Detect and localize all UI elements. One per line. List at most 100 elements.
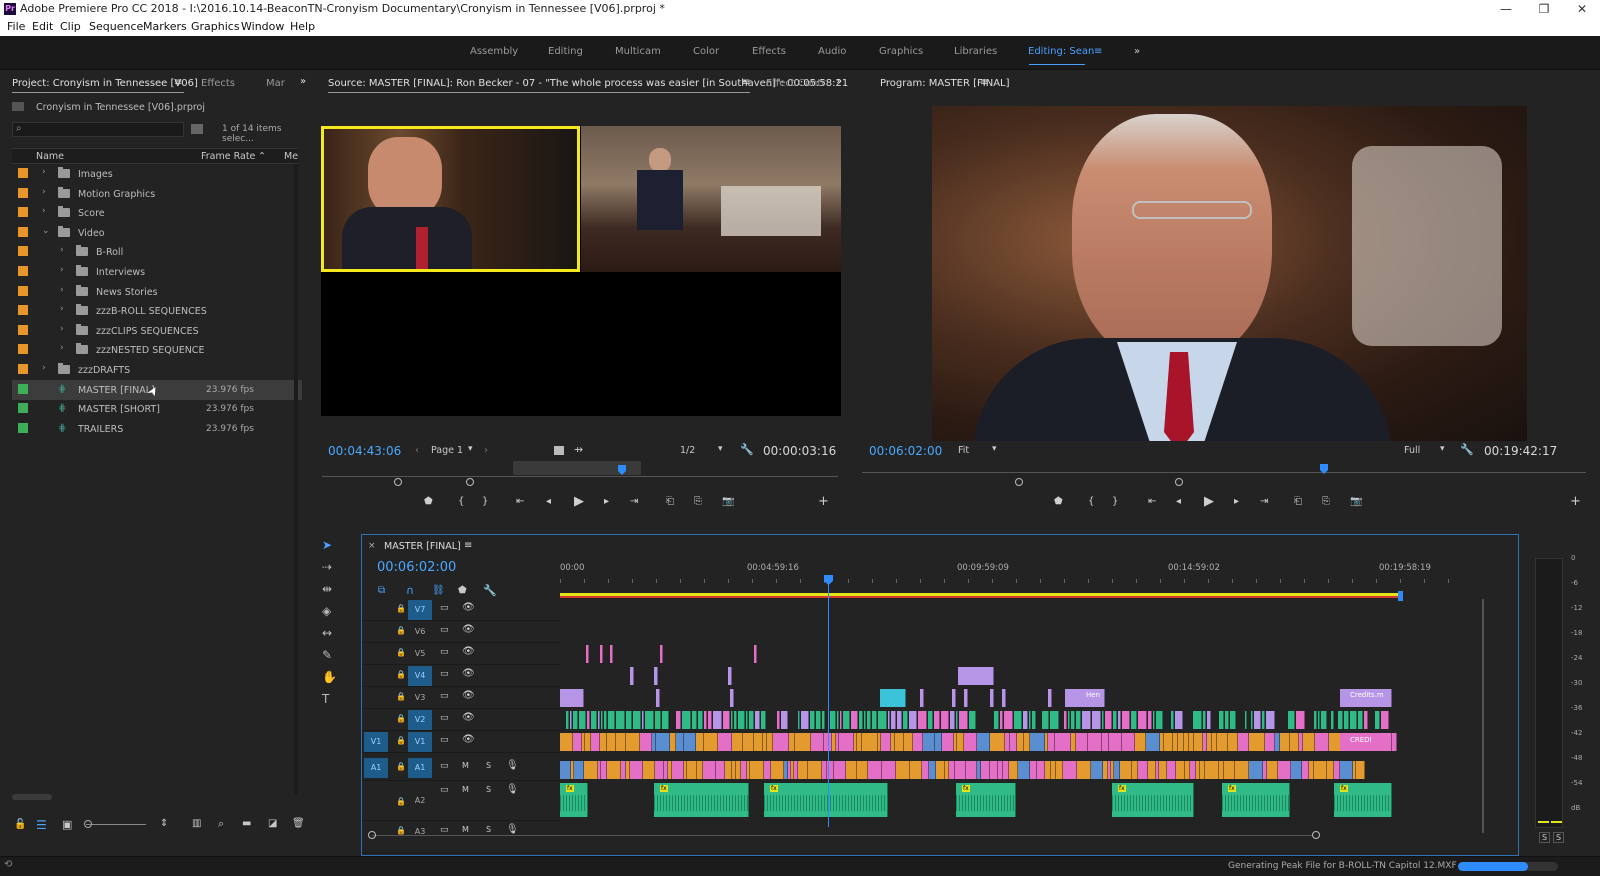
v2-clip[interactable] (1262, 711, 1265, 729)
v2-clip[interactable] (1131, 711, 1137, 729)
a1-clip[interactable] (1138, 761, 1148, 779)
v2-clip[interactable] (888, 711, 890, 729)
menu-help[interactable]: Help (290, 20, 315, 33)
workspace-editing-sean[interactable]: Editing: Sean (1028, 46, 1094, 57)
a1-clip[interactable] (1167, 761, 1176, 779)
v2-clip[interactable] (1032, 711, 1036, 729)
expand-chevron-icon[interactable]: › (42, 167, 46, 177)
a1-clip[interactable] (725, 761, 732, 779)
label-color-chip[interactable] (18, 226, 28, 237)
v2-clip[interactable] (682, 711, 691, 729)
tab-program[interactable]: Program: MASTER [FINAL] (880, 78, 1010, 89)
v2-clip[interactable] (1207, 711, 1211, 729)
label-color-chip[interactable] (18, 246, 28, 257)
voiceover-mic-icon[interactable]: 🎙 (506, 760, 519, 771)
type-tool-icon[interactable]: T (322, 692, 329, 706)
track-target[interactable]: A2 (408, 791, 432, 811)
source-timecode[interactable]: 00:04:43:06 (328, 444, 401, 458)
a1-clip[interactable] (1340, 761, 1353, 779)
track-lock-icon[interactable]: 🔒 (396, 604, 406, 613)
hand-tool-icon[interactable]: ✋ (322, 670, 337, 684)
ripple-tool-icon[interactable]: ⇹ (322, 582, 332, 596)
label-color-chip[interactable] (18, 383, 28, 394)
workspace-menu-icon[interactable]: ≡ (1094, 46, 1102, 57)
v1-clip[interactable] (1249, 733, 1265, 751)
v1-clip[interactable] (1010, 733, 1017, 751)
v2-clip[interactable] (601, 711, 603, 729)
v2-clip[interactable] (909, 711, 917, 729)
lock-icon[interactable]: 🔓 (14, 819, 26, 830)
v2-clip[interactable] (1344, 711, 1349, 729)
solo-left-button[interactable]: S (1539, 832, 1551, 843)
add-marker-button[interactable]: ⬟ (424, 496, 433, 507)
label-color-chip[interactable] (18, 422, 28, 433)
next-page-icon[interactable]: › (484, 445, 488, 456)
a1-clip[interactable] (1291, 761, 1302, 779)
v1-clip[interactable] (1194, 733, 1203, 751)
v1-clip[interactable] (895, 733, 904, 751)
a1-clip[interactable] (1077, 761, 1091, 779)
v1-clip[interactable] (773, 733, 789, 751)
a1-clip[interactable] (922, 761, 929, 779)
track-target[interactable]: V2 (408, 710, 432, 730)
v5-clip[interactable] (754, 645, 757, 663)
v2-clip[interactable] (878, 711, 887, 729)
source-settings-icon[interactable]: 🔧 (740, 443, 754, 456)
expand-chevron-icon[interactable]: ⌄ (42, 226, 50, 236)
menu-window[interactable]: Window (241, 20, 284, 33)
label-color-chip[interactable] (18, 324, 28, 335)
timeline-playhead[interactable] (828, 577, 829, 827)
go-to-out-button[interactable]: ⇥ (630, 496, 638, 507)
extract-button[interactable]: ⎘ (1322, 496, 1330, 507)
program-menu-icon[interactable]: ≡ (980, 77, 988, 88)
v1-clip[interactable] (640, 733, 652, 751)
v2-clip[interactable] (872, 711, 877, 729)
expand-chevron-icon[interactable]: › (42, 187, 46, 197)
a1-clip[interactable] (1224, 761, 1235, 779)
v2-clip[interactable] (1175, 711, 1183, 729)
v1-clip[interactable] (704, 733, 718, 751)
expand-chevron-icon[interactable]: › (60, 245, 64, 255)
add-marker-button[interactable]: ⬟ (1054, 496, 1063, 507)
v2-clip[interactable] (604, 711, 607, 729)
solo-right-button[interactable]: S (1553, 832, 1565, 843)
quality-select[interactable]: Full (1404, 445, 1420, 456)
v2-clip[interactable] (941, 711, 949, 729)
v2-clip[interactable] (840, 711, 842, 729)
a1-clip[interactable] (771, 761, 784, 779)
list-view-icon[interactable]: ☰ (36, 818, 47, 832)
v1-clip[interactable] (964, 733, 977, 751)
v2-clip[interactable] (1193, 711, 1202, 729)
v2-clip[interactable] (1092, 711, 1101, 729)
sync-lock-icon[interactable]: ▭ (440, 735, 449, 745)
a1-clip[interactable] (560, 761, 571, 779)
tab-effects[interactable]: Effects (201, 78, 235, 89)
column-frame-rate[interactable]: Frame Rate (201, 151, 255, 162)
a1-clip[interactable] (936, 761, 945, 779)
program-settings-icon[interactable]: 🔧 (1460, 443, 1474, 456)
v1-clip[interactable] (990, 733, 1005, 751)
sort-ascending-icon[interactable]: ⌃ (258, 151, 266, 162)
v2-clip[interactable] (1230, 711, 1236, 729)
label-color-chip[interactable] (18, 187, 28, 198)
multicam-settings-icon[interactable] (554, 446, 564, 455)
track-lock-icon[interactable]: 🔒 (396, 826, 406, 835)
v1-clip[interactable] (957, 733, 964, 751)
v2-clip[interactable] (566, 711, 569, 729)
step-back-button[interactable]: ◂ (546, 496, 551, 507)
v1-clip[interactable] (1290, 733, 1299, 751)
v2-clip[interactable] (698, 711, 703, 729)
v2-clip[interactable] (903, 711, 908, 729)
v2-clip[interactable] (777, 711, 780, 729)
expand-chevron-icon[interactable]: › (60, 324, 64, 334)
a1-clip[interactable] (910, 761, 922, 779)
a1-clip[interactable] (846, 761, 857, 779)
v2-clip[interactable] (864, 711, 866, 729)
workspace-editing[interactable]: Editing (548, 46, 583, 57)
a1-clip[interactable] (764, 761, 771, 779)
v2-clip[interactable] (591, 711, 597, 729)
v2-clip[interactable] (1350, 711, 1357, 729)
v2-clip[interactable] (1318, 711, 1320, 729)
v1-clip[interactable] (1265, 733, 1275, 751)
pen-tool-icon[interactable]: ✎ (322, 648, 332, 662)
